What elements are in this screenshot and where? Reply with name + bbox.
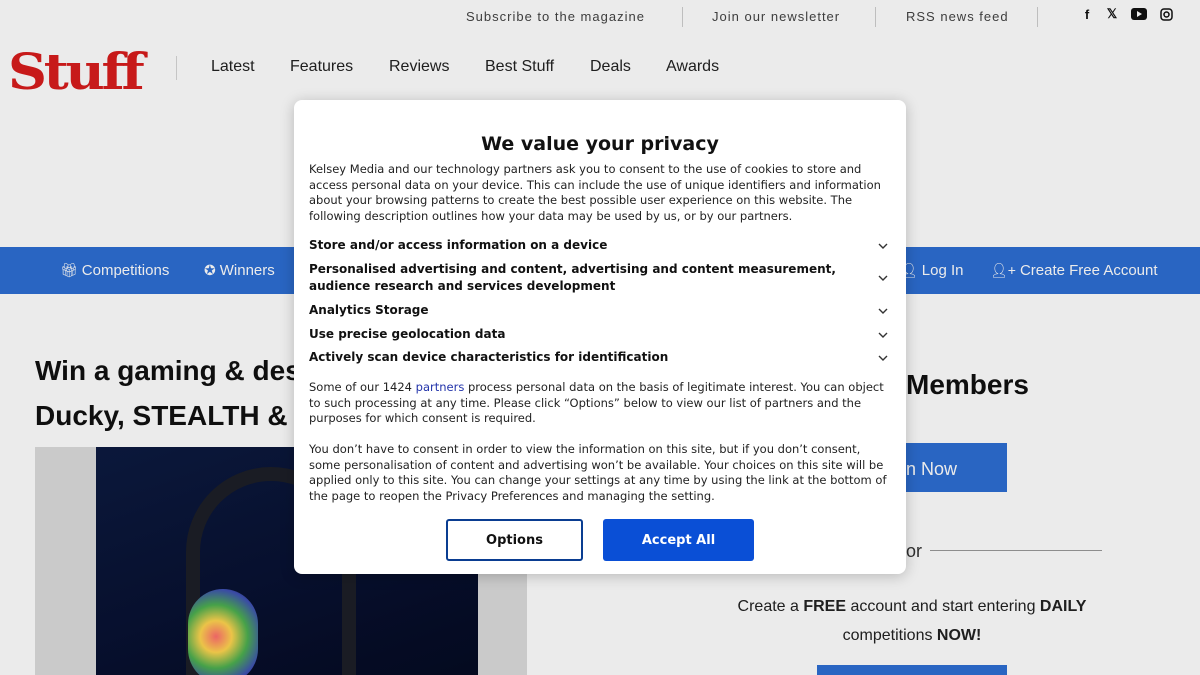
purpose-label: Analytics Storage [309,303,429,317]
privacy-dialog: We value your privacy Kelsey Media and o… [294,100,906,574]
dialog-title: We value your privacy [481,133,719,155]
dialog-intro: Kelsey Media and our technology partners… [309,162,881,223]
chevron-down-icon[interactable] [878,353,888,363]
chevron-down-icon[interactable] [878,273,888,283]
legit-prefix: Some of our 1424 [309,380,416,394]
chevron-down-icon[interactable] [878,306,888,316]
purpose-row[interactable]: Store and/or access information on a dev… [309,237,894,254]
legitimate-interest-text: Some of our 1424 partners process person… [309,380,894,427]
consent-text: You don’t have to consent in order to vi… [309,442,887,503]
purpose-row[interactable]: Analytics Storage [309,302,894,319]
partners-link[interactable]: partners [416,380,465,394]
chevron-down-icon[interactable] [878,330,888,340]
chevron-down-icon[interactable] [878,241,888,251]
purpose-label: Actively scan device characteristics for… [309,350,669,364]
purpose-label: Store and/or access information on a dev… [309,238,608,252]
purpose-label: Personalised advertising and content, ad… [309,262,836,293]
purpose-row[interactable]: Actively scan device characteristics for… [309,349,894,366]
purpose-row[interactable]: Personalised advertising and content, ad… [309,261,894,295]
accept-all-button[interactable]: Accept All [603,519,754,561]
purpose-row[interactable]: Use precise geolocation data [309,326,894,343]
options-button[interactable]: Options [446,519,583,561]
purpose-label: Use precise geolocation data [309,327,506,341]
